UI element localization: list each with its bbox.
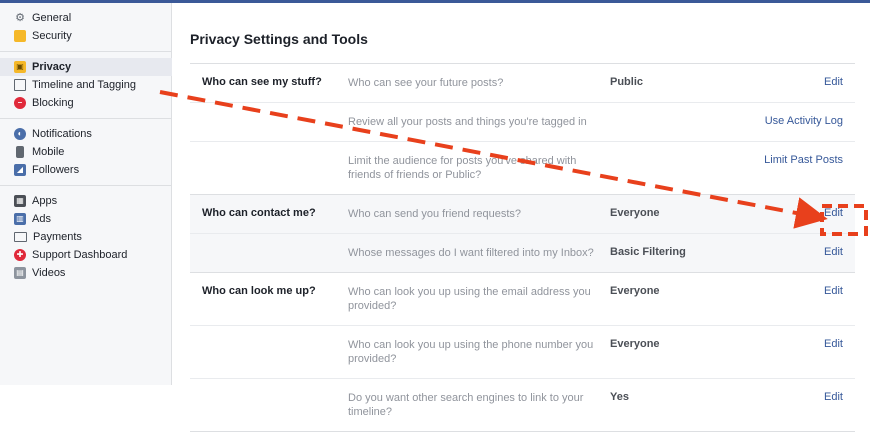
setting-value: Everyone — [610, 338, 660, 350]
sidebar-item-videos[interactable]: ▤ Videos — [0, 264, 171, 282]
gears-icon: ⚙ — [15, 11, 25, 24]
setting-row: Who can see my stuff? Who can see your f… — [190, 64, 855, 102]
nav-group-notifications: ◐ Notifications Mobile ◢ Followers — [0, 119, 171, 186]
sidebar-item-label: Support Dashboard — [32, 249, 128, 261]
section-category: Who can contact me? — [202, 207, 316, 219]
sidebar-item-apps[interactable]: ▦ Apps — [0, 192, 171, 210]
setting-row: Who can look you up using the phone numb… — [190, 325, 855, 378]
sidebar-item-blocking[interactable]: – Blocking — [0, 94, 171, 112]
sidebar-item-label: Blocking — [32, 97, 74, 109]
section-category: Who can look me up? — [202, 285, 316, 297]
setting-value: Basic Filtering — [610, 246, 686, 258]
sidebar-item-payments[interactable]: Payments — [0, 228, 171, 246]
sidebar-item-label: Ads — [32, 213, 51, 225]
sidebar-item-label: Security — [32, 30, 72, 42]
phone-icon — [16, 146, 24, 158]
setting-row: Who can contact me? Who can send you fri… — [190, 195, 855, 233]
privacy-settings-table: Who can see my stuff? Who can see your f… — [190, 63, 855, 432]
sidebar-item-label: Notifications — [32, 128, 92, 140]
edit-phone-lookup-link[interactable]: Edit — [760, 326, 855, 350]
sidebar-item-label: General — [32, 12, 72, 24]
section-who-can-look-up: Who can look me up? Who can look you up … — [190, 273, 855, 432]
nav-group-apps: ▦ Apps ▥ Ads Payments ✚ Support Dashboar… — [0, 186, 171, 288]
sidebar-item-label: Mobile — [32, 146, 65, 158]
sidebar-item-mobile[interactable]: Mobile — [0, 143, 171, 161]
page-title: Privacy Settings and Tools — [190, 31, 368, 47]
limit-past-posts-link[interactable]: Limit Past Posts — [760, 142, 855, 166]
sidebar-item-support-dashboard[interactable]: ✚ Support Dashboard — [0, 246, 171, 264]
setting-question: Who can see your future posts? — [348, 77, 504, 89]
sidebar-item-label: Followers — [32, 164, 80, 176]
setting-row: Limit the audience for posts you've shar… — [190, 141, 855, 194]
edit-future-posts-link[interactable]: Edit — [760, 64, 855, 88]
setting-row: Whose messages do I want filtered into m… — [190, 233, 855, 272]
sidebar-item-ads[interactable]: ▥ Ads — [0, 210, 171, 228]
nav-group-privacy: ▣ Privacy Timeline and Tagging – Blockin… — [0, 52, 172, 119]
sidebar-item-label: Apps — [32, 195, 58, 207]
setting-question: Who can look you up using the email addr… — [348, 286, 591, 312]
main-content: Privacy Settings and Tools Who can see m… — [172, 3, 870, 432]
edit-search-engines-link[interactable]: Edit — [760, 379, 855, 403]
setting-question: Review all your posts and things you're … — [348, 116, 587, 128]
setting-value — [610, 103, 760, 127]
setting-row: Do you want other search engines to link… — [190, 378, 855, 431]
setting-value: Everyone — [610, 285, 660, 297]
section-who-can-contact: Who can contact me? Who can send you fri… — [190, 195, 855, 273]
setting-question: Whose messages do I want filtered into m… — [348, 247, 594, 259]
setting-row: Who can look me up? Who can look you up … — [190, 273, 855, 325]
setting-row: Review all your posts and things you're … — [190, 102, 855, 141]
setting-question: Limit the audience for posts you've shar… — [348, 155, 577, 181]
edit-email-lookup-link[interactable]: Edit — [760, 273, 855, 297]
sidebar-item-label: Privacy — [32, 61, 72, 73]
section-category: Who can see my stuff? — [202, 76, 322, 88]
setting-value — [610, 142, 760, 166]
timeline-icon — [14, 79, 26, 91]
film-icon: ▤ — [14, 267, 26, 279]
card-icon — [14, 232, 27, 242]
sidebar-item-label: Videos — [32, 267, 66, 279]
lock-icon: ▣ — [14, 61, 26, 73]
setting-question: Who can look you up using the phone numb… — [348, 339, 594, 365]
sidebar-item-security[interactable]: Security — [0, 27, 171, 45]
section-who-can-see: Who can see my stuff? Who can see your f… — [190, 64, 855, 195]
sidebar-item-notifications[interactable]: ◐ Notifications — [0, 125, 171, 143]
sidebar-item-general[interactable]: ⚙ General — [0, 9, 171, 27]
edit-link-label: Edit — [824, 207, 843, 219]
apps-icon: ▦ — [14, 195, 26, 207]
edit-message-filtering-link[interactable]: Edit — [760, 234, 855, 258]
setting-value: Yes — [610, 391, 629, 403]
sidebar-item-label: Timeline and Tagging — [32, 79, 136, 91]
sidebar-item-privacy[interactable]: ▣ Privacy — [0, 58, 172, 76]
nav-group-account: ⚙ General Security — [0, 3, 171, 52]
setting-question: Who can send you friend requests? — [348, 208, 522, 220]
use-activity-log-link[interactable]: Use Activity Log — [760, 103, 855, 127]
edit-friend-requests-link[interactable]: ✎ Edit — [760, 195, 855, 219]
sidebar-item-timeline-and-tagging[interactable]: Timeline and Tagging — [0, 76, 171, 94]
setting-question: Do you want other search engines to link… — [348, 392, 584, 418]
sidebar-item-followers[interactable]: ◢ Followers — [0, 161, 171, 179]
block-icon: – — [14, 97, 26, 109]
setting-value: Public — [610, 76, 644, 88]
settings-sidebar: ⚙ General Security ▣ Privacy Timeline an… — [0, 3, 172, 385]
setting-value: Everyone — [610, 207, 660, 219]
rss-icon: ◢ — [14, 164, 26, 176]
ads-icon: ▥ — [14, 213, 26, 225]
shield-icon — [14, 30, 26, 42]
lifebuoy-icon: ✚ — [14, 249, 26, 261]
pencil-icon: ✎ — [810, 208, 820, 219]
sidebar-item-label: Payments — [33, 231, 82, 243]
globe-icon: ◐ — [14, 128, 26, 140]
